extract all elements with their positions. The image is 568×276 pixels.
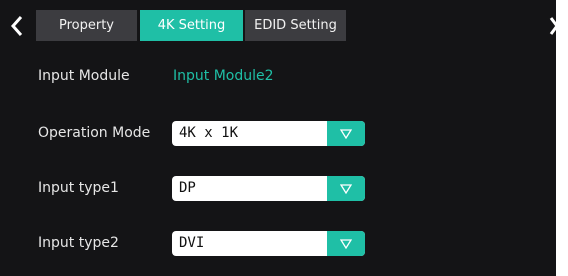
tab-edid-setting[interactable]: EDID Setting — [245, 10, 346, 41]
tab-property[interactable]: Property — [36, 10, 137, 41]
operation-mode-value: 4K x 1K — [179, 125, 239, 141]
input-type1-value: DP — [179, 180, 196, 196]
input-module-label: Input Module — [38, 68, 130, 84]
tab-4k-setting-label: 4K Setting — [157, 18, 226, 33]
back-button[interactable] — [6, 12, 28, 40]
tab-property-label: Property — [58, 18, 114, 33]
operation-mode-select[interactable]: 4K x 1K — [172, 121, 365, 146]
chevron-left-icon — [10, 16, 23, 36]
input-type1-dropdown-button[interactable] — [327, 176, 365, 201]
input-type1-select[interactable]: DP — [172, 176, 365, 201]
right-edge-strip — [556, 0, 568, 276]
triangle-down-icon — [340, 183, 352, 194]
triangle-down-icon — [340, 128, 352, 139]
input-type2-select[interactable]: DVI — [172, 231, 365, 256]
settings-panel: Property 4K Setting EDID Setting Input M… — [0, 0, 568, 276]
tab-4k-setting[interactable]: 4K Setting — [140, 10, 243, 41]
input-type2-label: Input type2 — [38, 235, 119, 251]
operation-mode-dropdown-button[interactable] — [327, 121, 365, 146]
input-type1-label: Input type1 — [38, 180, 119, 196]
operation-mode-label: Operation Mode — [38, 125, 151, 141]
triangle-down-icon — [340, 238, 352, 249]
input-type2-dropdown-button[interactable] — [327, 231, 365, 256]
input-module-value: Input Module2 — [173, 68, 274, 84]
tab-edid-setting-label: EDID Setting — [254, 18, 337, 33]
input-type2-value: DVI — [179, 235, 205, 251]
